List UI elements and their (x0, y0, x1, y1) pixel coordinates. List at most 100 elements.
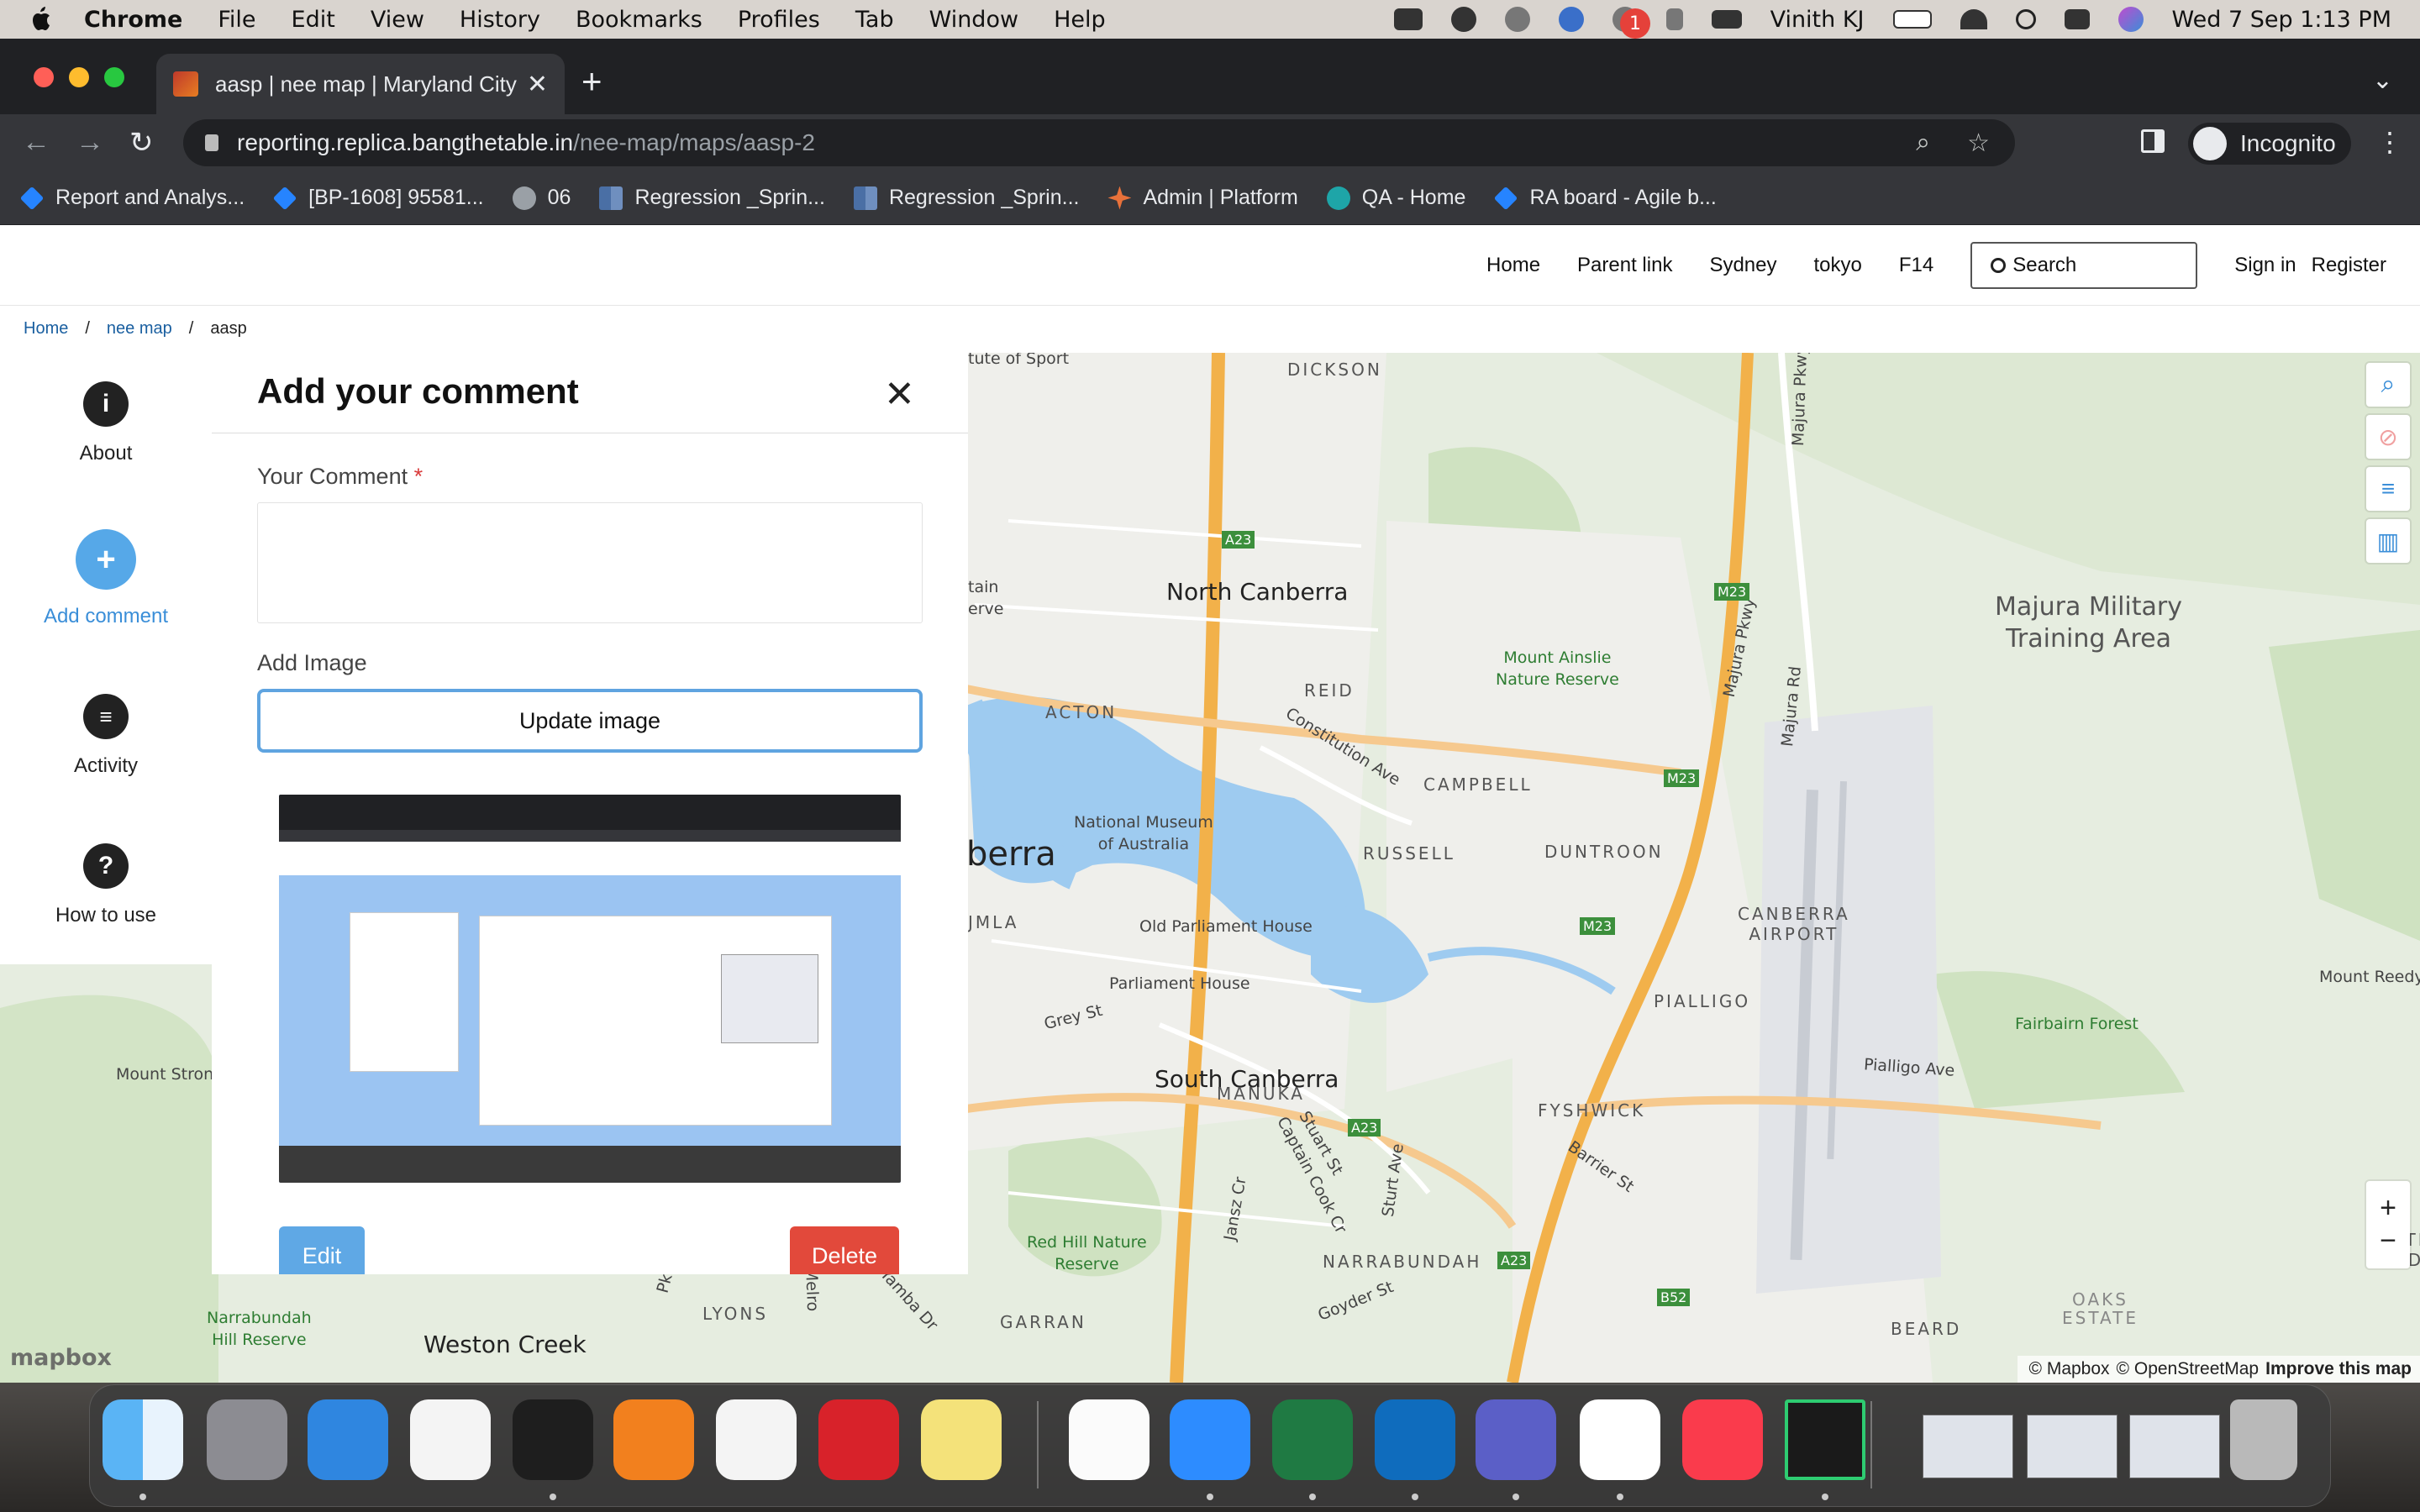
breadcrumb-nee-map[interactable]: nee map (107, 319, 172, 339)
bookmark-item[interactable]: Admin | Platform (1107, 186, 1298, 210)
comment-textarea[interactable] (257, 502, 923, 623)
new-tab-icon[interactable]: + (581, 64, 602, 99)
outlook-icon[interactable] (1375, 1399, 1455, 1480)
control-center-icon[interactable] (2064, 9, 2090, 29)
bookmark-item[interactable]: 06 (512, 186, 571, 210)
dock-running-indicator (1512, 1494, 1519, 1500)
tab-close-icon[interactable]: ✕ (527, 70, 548, 99)
slack-icon[interactable] (1580, 1399, 1660, 1480)
menu-tab[interactable]: Tab (855, 7, 894, 33)
register-link[interactable]: Register (2312, 254, 2386, 277)
nav-tokyo[interactable]: tokyo (1814, 254, 1862, 277)
update-image-button[interactable]: Update image (257, 689, 923, 753)
trash-icon[interactable] (2230, 1399, 2297, 1480)
close-window-icon[interactable] (34, 67, 54, 87)
incognito-profile-button[interactable]: Incognito (2188, 123, 2351, 165)
delete-button[interactable]: Delete (790, 1226, 899, 1274)
vpn-status-icon[interactable] (1504, 7, 1530, 32)
zoom-icon[interactable] (1170, 1399, 1250, 1480)
launchpad-icon[interactable] (207, 1399, 287, 1480)
dock-minimized-window[interactable] (2027, 1415, 2118, 1478)
dock-minimized-window[interactable] (1923, 1415, 2013, 1478)
teams-icon[interactable] (1476, 1399, 1556, 1480)
battery-icon[interactable] (1892, 10, 1932, 29)
map-search-icon[interactable]: ⌕ (2366, 363, 2410, 407)
forward-arrow-icon[interactable]: → (76, 126, 104, 159)
rail-item-about[interactable]: i About (0, 381, 212, 465)
spotlight-search-icon[interactable] (2015, 9, 2036, 29)
menu-profiles[interactable]: Profiles (738, 7, 820, 33)
safari-icon[interactable] (308, 1399, 388, 1480)
nav-parent-link[interactable]: Parent link (1577, 254, 1672, 277)
zoom-window-icon[interactable] (104, 67, 124, 87)
menu-help[interactable]: Help (1054, 7, 1106, 33)
menu-file[interactable]: File (218, 7, 255, 33)
chrome-icon[interactable] (716, 1399, 797, 1480)
firefox-icon[interactable] (613, 1399, 694, 1480)
bookmark-item[interactable]: [BP-1608] 95581... (272, 186, 484, 210)
map-location-off-icon[interactable]: ⊘ (2366, 415, 2410, 459)
tab-search-chevron-icon[interactable]: ⌄ (2372, 66, 2393, 95)
nav-f14[interactable]: F14 (1899, 254, 1933, 277)
finder-icon[interactable] (103, 1399, 183, 1480)
breadcrumb-home[interactable]: Home (24, 319, 68, 339)
attribution-mapbox-link[interactable]: © Mapbox (2029, 1359, 2110, 1379)
nav-sydney[interactable]: Sydney (1709, 254, 1776, 277)
notes-icon[interactable] (1069, 1399, 1150, 1480)
attribution-osm-link[interactable]: © OpenStreetMap (2117, 1359, 2260, 1379)
grammarly-status-icon[interactable] (1450, 7, 1476, 32)
menu-window[interactable]: Window (929, 7, 1018, 33)
excel-icon[interactable] (1272, 1399, 1353, 1480)
bookmark-item[interactable]: RA board - Agile b... (1494, 186, 1717, 210)
back-arrow-icon[interactable]: ← (22, 126, 50, 159)
music-icon[interactable] (1682, 1399, 1763, 1480)
clock[interactable]: Wed 7 Sep 1:13 PM (2172, 7, 2391, 33)
edit-button[interactable]: Edit (279, 1226, 365, 1274)
search-input[interactable]: Search (1970, 242, 2198, 289)
address-bar[interactable]: reporting.replica.bangthetable.in/nee-ma… (183, 119, 2015, 166)
dock-minimized-window[interactable] (2129, 1415, 2220, 1478)
sign-in-link[interactable]: Sign in (2234, 254, 2296, 277)
keyboard-icon[interactable] (1711, 10, 1742, 29)
wifi-icon[interactable] (1960, 9, 1987, 29)
menu-edit[interactable]: Edit (292, 7, 335, 33)
map-filter-icon[interactable]: ≡ (2366, 467, 2410, 511)
bluetooth-icon[interactable] (1665, 8, 1683, 30)
lock-icon[interactable] (205, 134, 218, 151)
stickies-icon[interactable] (921, 1399, 1002, 1480)
menu-app-chrome[interactable]: Chrome (84, 7, 182, 33)
menu-bookmarks[interactable]: Bookmarks (576, 7, 702, 33)
user-name[interactable]: Vinith KJ (1770, 7, 1865, 33)
rail-item-add-comment[interactable]: + Add comment (0, 529, 212, 628)
siri-icon[interactable] (2118, 7, 2144, 32)
improve-map-link[interactable]: Improve this map (2265, 1359, 2412, 1379)
zoom-out-button[interactable]: − (2380, 1225, 2396, 1257)
bookmark-star-icon[interactable]: ☆ (1967, 129, 1990, 158)
shield-status-icon[interactable] (1558, 7, 1584, 32)
reload-icon[interactable]: ↻ (129, 126, 154, 160)
zoom-in-button[interactable]: + (2380, 1192, 2396, 1225)
minimize-window-icon[interactable] (69, 67, 89, 87)
kebab-menu-icon[interactable]: ⋮ (2376, 126, 2403, 158)
bookmark-item[interactable]: Regression _Sprin... (599, 186, 825, 210)
menu-view[interactable]: View (371, 7, 424, 33)
bookmark-item[interactable]: Regression _Sprin... (853, 186, 1079, 210)
rail-item-how-to-use[interactable]: ? How to use (0, 843, 212, 927)
pycharm-icon[interactable] (1785, 1399, 1865, 1480)
bookmark-item[interactable]: Report and Analys... (19, 186, 245, 210)
zoom-status-icon[interactable] (1393, 8, 1423, 30)
rail-item-activity[interactable]: ≡ Activity (0, 694, 212, 778)
browser-tab-active[interactable]: aasp | nee map | Maryland City ✕ (156, 54, 565, 114)
opera-icon[interactable] (818, 1399, 899, 1480)
menu-history[interactable]: History (460, 7, 540, 33)
side-panel-icon[interactable] (2141, 129, 2165, 153)
bookmark-item[interactable]: QA - Home (1326, 186, 1465, 210)
close-icon[interactable]: ✕ (884, 373, 915, 416)
zoom-lens-icon[interactable]: ⌕ (1916, 129, 1930, 158)
brave-icon[interactable] (410, 1399, 491, 1480)
terminal-icon[interactable] (513, 1399, 593, 1480)
mapbox-logo[interactable]: mapbox (10, 1345, 112, 1371)
map-layers-icon[interactable]: ▥ (2366, 519, 2410, 563)
nav-home[interactable]: Home (1486, 254, 1540, 277)
apple-logo-icon[interactable] (29, 6, 54, 33)
